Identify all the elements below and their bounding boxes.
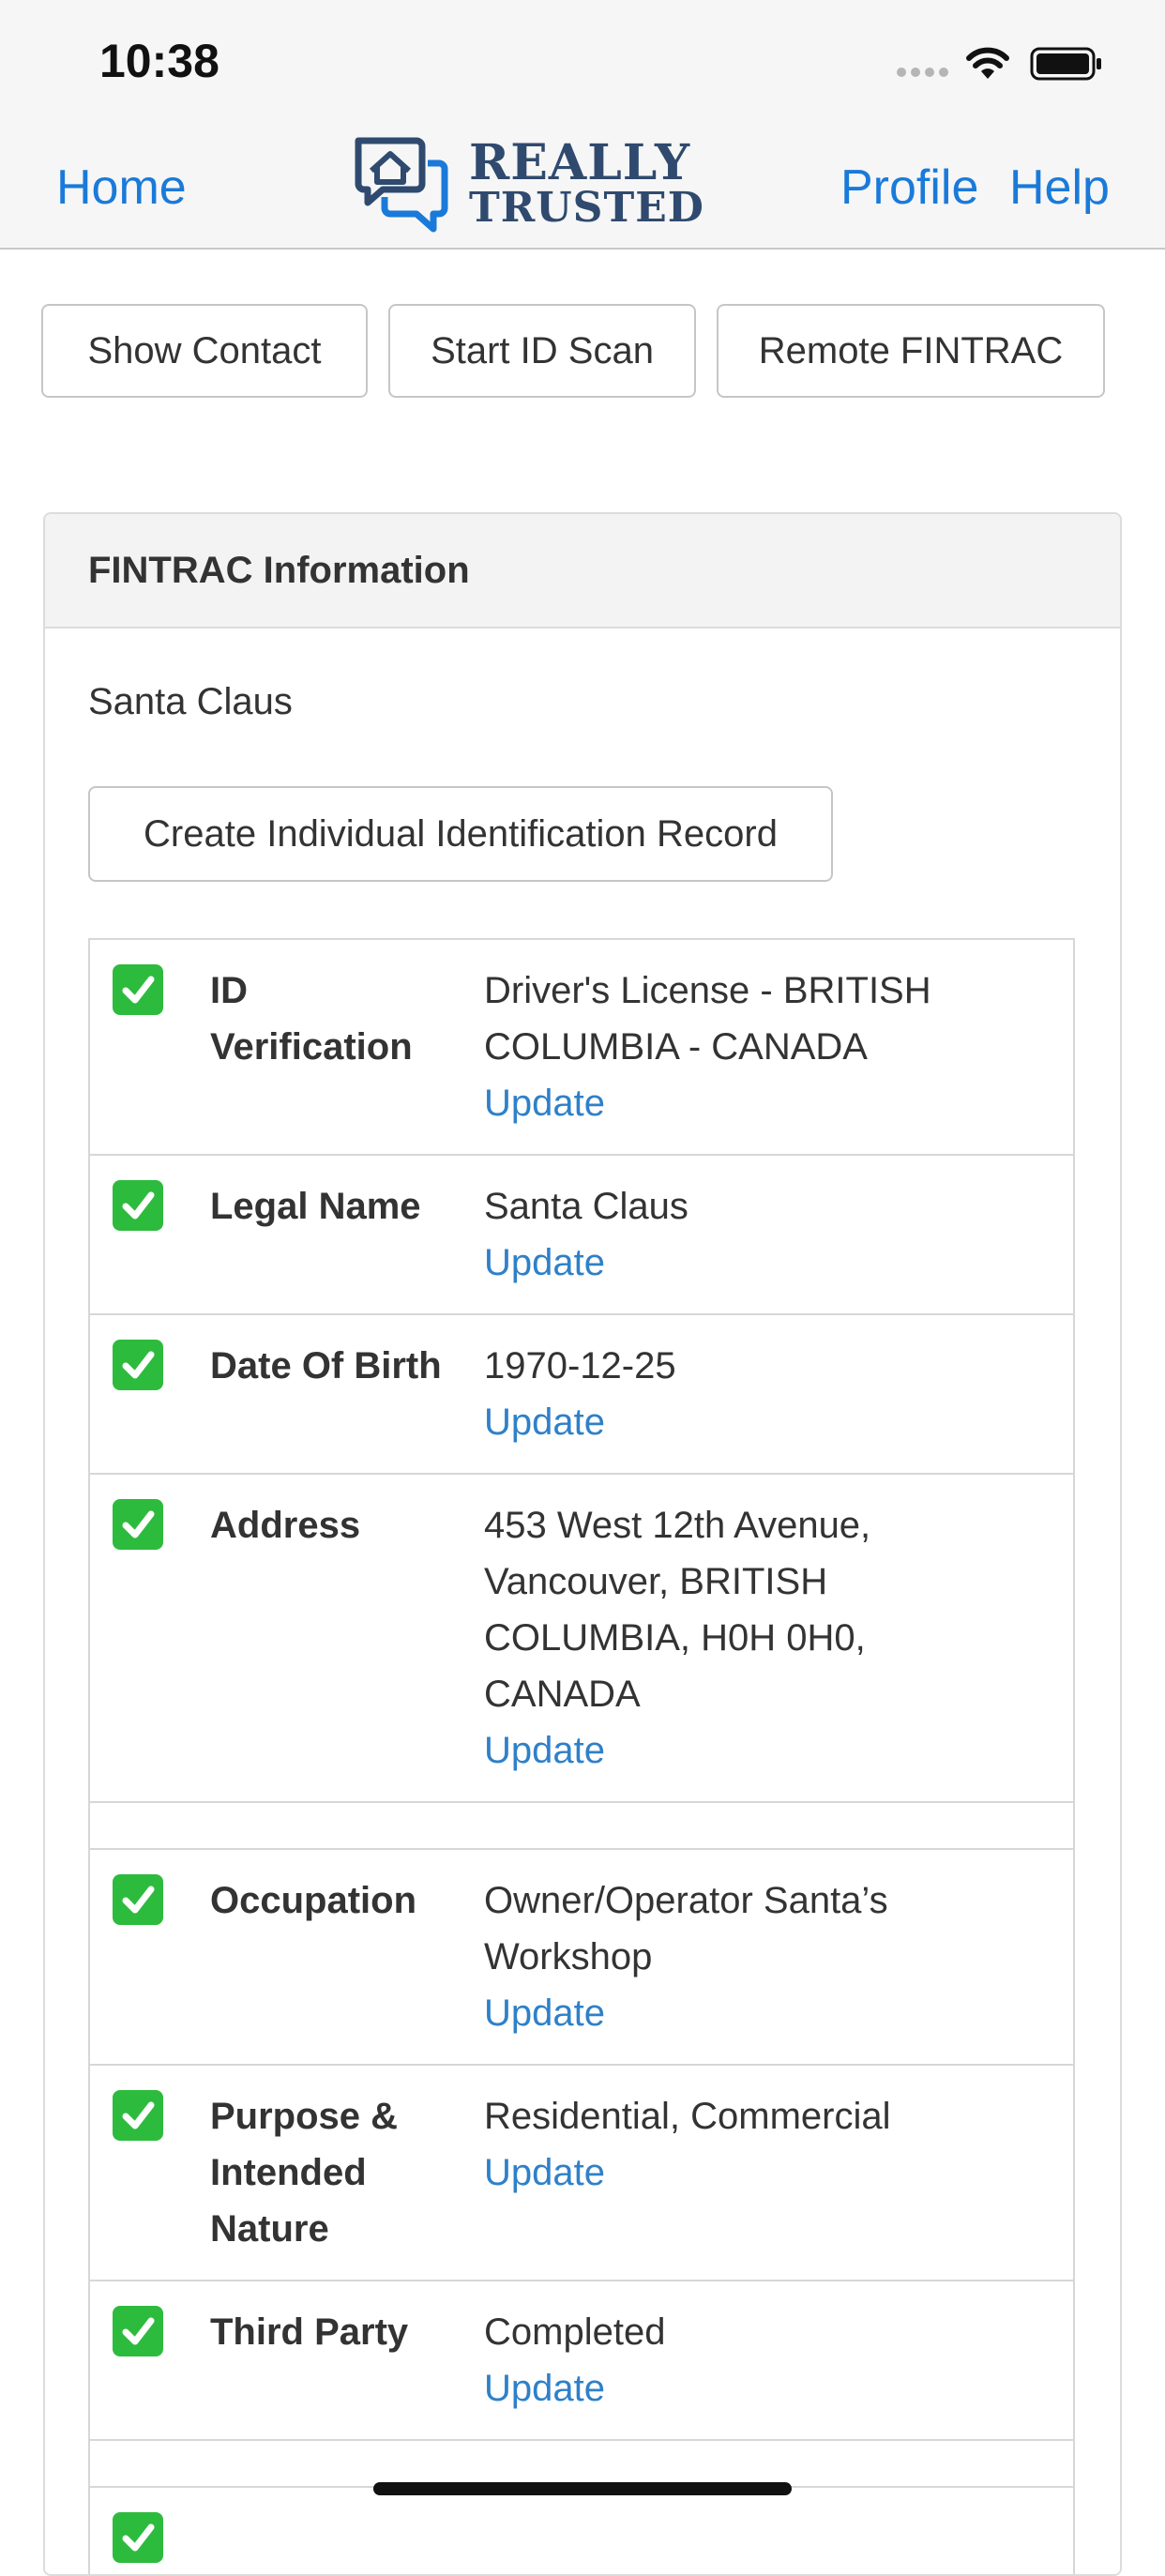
- checkmark-icon: [113, 2306, 163, 2356]
- row-value: 453 West 12th Avenue, Vancouver, BRITISH…: [484, 1497, 1009, 1779]
- row-value-text: Residential, Commercial: [484, 2096, 891, 2137]
- empty-row: [88, 1801, 1075, 1850]
- update-link[interactable]: Update: [484, 2144, 1009, 2201]
- top-bar: 10:38 Home REALLY TRUSTED Profile Help: [0, 0, 1165, 250]
- table-row: Date Of Birth 1970-12-25 Update: [88, 1313, 1075, 1475]
- row-value: Driver's License - BRITISH COLUMBIA - CA…: [484, 962, 1009, 1131]
- row-value-text: Owner/Operator Santa’s Workshop: [484, 1880, 888, 1977]
- empty-row: [88, 2439, 1075, 2488]
- row-label: Address: [210, 1505, 361, 1546]
- table-row: Purpose & Intended Nature Residential, C…: [88, 2064, 1075, 2281]
- table-row: Occupation Owner/Operator Santa’s Worksh…: [88, 1848, 1075, 2066]
- table-row: ID Verification Driver's License - BRITI…: [88, 938, 1075, 1156]
- battery-icon: [1030, 47, 1101, 81]
- row-value: Residential, Commercial Update: [484, 2088, 1009, 2201]
- row-label: ID Verification: [210, 970, 413, 1068]
- update-link[interactable]: Update: [484, 1722, 1009, 1779]
- row-label: Purpose & Intended Nature: [210, 2096, 399, 2250]
- really-trusted-logo[interactable]: REALLY TRUSTED: [349, 131, 704, 236]
- help-link[interactable]: Help: [1009, 159, 1110, 216]
- update-link[interactable]: Update: [484, 1075, 1009, 1131]
- row-value: 1970-12-25 Update: [484, 1338, 1009, 1450]
- fintrac-panel: FINTRAC Information Santa Claus Create I…: [43, 512, 1122, 2576]
- house-chat-icon: [355, 137, 448, 233]
- start-id-scan-button[interactable]: Start ID Scan: [388, 304, 696, 398]
- checkmark-icon: [113, 1340, 163, 1390]
- cellular-signal-icon: [897, 68, 948, 77]
- checkmark-icon: [113, 1874, 163, 1925]
- panel-title: FINTRAC Information: [45, 514, 1120, 629]
- update-link[interactable]: Update: [484, 1985, 1009, 2041]
- row-label: Legal Name: [210, 1186, 421, 1227]
- update-link[interactable]: Update: [484, 2360, 1009, 2417]
- update-link[interactable]: Update: [484, 1394, 1009, 1450]
- table-row: Address 453 West 12th Avenue, Vancouver,…: [88, 1473, 1075, 1803]
- row-value: Santa Claus Update: [484, 1178, 1009, 1291]
- row-value: Owner/Operator Santa’s Workshop Update: [484, 1872, 1009, 2041]
- checkmark-icon: [113, 2090, 163, 2141]
- row-value-text: 453 West 12th Avenue, Vancouver, BRITISH…: [484, 1505, 871, 1715]
- table-row-partial: [88, 2486, 1075, 2574]
- checkmark-icon: [113, 1499, 163, 1550]
- row-label: Date Of Birth: [210, 1345, 442, 1386]
- home-link[interactable]: Home: [56, 159, 187, 216]
- row-label: Third Party: [210, 2311, 409, 2353]
- create-identification-record-button[interactable]: Create Individual Identification Record: [88, 786, 833, 882]
- checkmark-icon: [113, 2512, 163, 2563]
- show-contact-button[interactable]: Show Contact: [41, 304, 368, 398]
- row-value-text: 1970-12-25: [484, 1345, 676, 1386]
- client-name: Santa Claus: [88, 681, 293, 722]
- checkmark-icon: [113, 964, 163, 1015]
- checkmark-icon: [113, 1180, 163, 1231]
- remote-fintrac-button[interactable]: Remote FINTRAC: [717, 304, 1105, 398]
- update-link[interactable]: Update: [484, 1235, 1009, 1291]
- table-row: Third Party Completed Update: [88, 2280, 1075, 2441]
- row-value-text: Completed: [484, 2311, 666, 2353]
- logo-text: REALLY TRUSTED: [469, 133, 704, 232]
- row-label: Occupation: [210, 1880, 417, 1921]
- profile-link[interactable]: Profile: [840, 159, 978, 216]
- wifi-icon: [966, 47, 1009, 79]
- row-value: Completed Update: [484, 2304, 1009, 2417]
- status-time: 10:38: [99, 35, 219, 87]
- row-value-text: Driver's License - BRITISH COLUMBIA - CA…: [484, 970, 931, 1068]
- home-indicator[interactable]: [373, 2482, 792, 2495]
- table-row: Legal Name Santa Claus Update: [88, 1154, 1075, 1315]
- row-value-text: Santa Claus: [484, 1186, 688, 1227]
